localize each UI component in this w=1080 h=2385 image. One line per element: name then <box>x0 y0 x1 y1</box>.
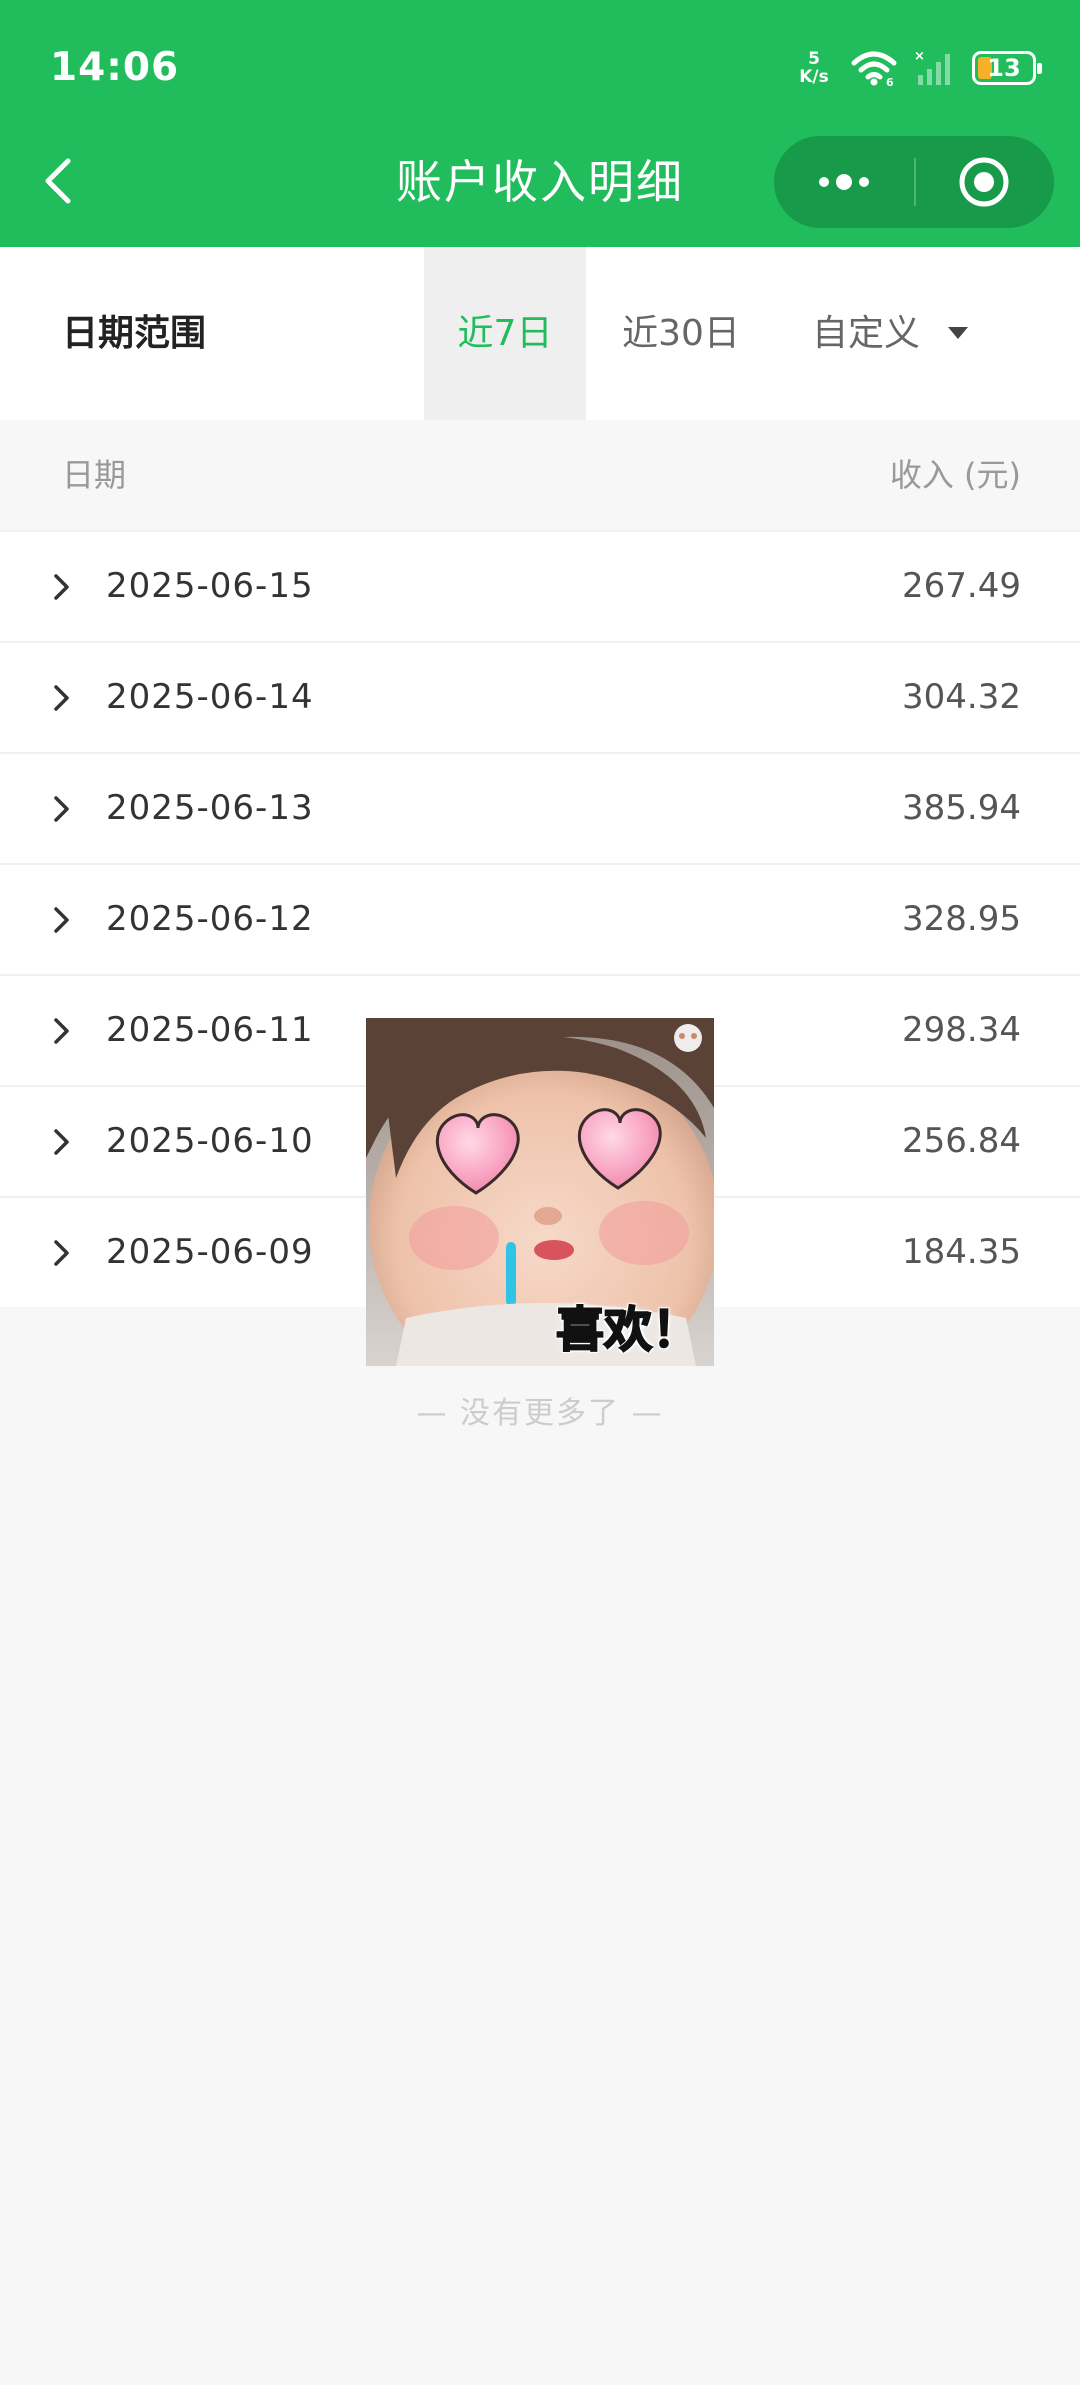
range-option-7-days[interactable]: 近7日 <box>424 247 586 420</box>
column-header-date: 日期 <box>62 456 127 494</box>
signal-icon: × <box>914 49 950 85</box>
no-more-footer: — 没有更多了 — <box>416 1396 664 1431</box>
row-date: 2025-06-14 <box>106 677 314 717</box>
sticker-image: 喜欢！ <box>366 1018 714 1366</box>
status-time: 14:06 <box>50 45 180 90</box>
dropdown-arrow-icon <box>948 327 968 339</box>
svg-text:6: 6 <box>886 76 894 87</box>
chevron-right-icon <box>54 796 69 822</box>
range-option-custom[interactable]: 自定义 <box>790 247 990 420</box>
top-bar: 14:06 5 K/s 6 × 13 账户收入明细 <box>0 0 1080 247</box>
network-speed-value: 5 <box>808 49 820 69</box>
row-amount: 328.95 <box>902 899 1021 939</box>
target-circle-icon <box>959 157 1009 207</box>
table-row[interactable]: 2025-06-13 385.94 <box>0 752 1080 863</box>
row-date: 2025-06-15 <box>106 566 314 606</box>
battery-level-text: 13 <box>987 54 1021 82</box>
row-date: 2025-06-10 <box>106 1121 314 1161</box>
mini-program-capsule <box>774 136 1054 228</box>
more-button[interactable] <box>774 136 914 228</box>
row-date: 2025-06-12 <box>106 899 314 939</box>
table-row[interactable]: 2025-06-15 267.49 <box>0 530 1080 641</box>
wifi-icon: 6 <box>851 51 897 87</box>
network-speed: 5 K/s <box>794 50 834 86</box>
svg-text:×: × <box>914 49 925 64</box>
column-header-amount: 收入 (元) <box>889 456 1021 494</box>
network-speed-unit: K/s <box>799 67 829 87</box>
battery-nub <box>1037 63 1042 74</box>
chevron-right-icon <box>54 1018 69 1044</box>
table-header: 日期 收入 (元) <box>0 420 1080 530</box>
range-option-30-days[interactable]: 近30日 <box>596 247 766 420</box>
row-amount: 304.32 <box>902 677 1021 717</box>
range-option-custom-label: 自定义 <box>811 313 920 354</box>
chevron-right-icon <box>54 1129 69 1155</box>
battery-indicator: 13 <box>972 51 1042 85</box>
sticker-caption: 喜欢！ <box>555 1301 701 1359</box>
row-amount: 256.84 <box>902 1121 1021 1161</box>
row-amount: 267.49 <box>902 566 1021 606</box>
row-amount: 385.94 <box>902 788 1021 828</box>
chevron-right-icon <box>54 1240 69 1266</box>
close-button[interactable] <box>914 136 1054 228</box>
status-icons: 5 K/s 6 × 13 <box>794 44 1042 92</box>
date-range-label: 日期范围 <box>62 313 207 354</box>
row-date: 2025-06-11 <box>106 1010 314 1050</box>
chevron-right-icon <box>54 574 69 600</box>
chevron-right-icon <box>54 685 69 711</box>
more-dots-icon <box>819 174 869 190</box>
date-range-filter: 日期范围 近7日 近30日 自定义 <box>0 247 1080 420</box>
chevron-right-icon <box>54 907 69 933</box>
row-date: 2025-06-13 <box>106 788 314 828</box>
table-row[interactable]: 2025-06-12 328.95 <box>0 863 1080 974</box>
row-date: 2025-06-09 <box>106 1232 314 1272</box>
table-row[interactable]: 2025-06-14 304.32 <box>0 641 1080 752</box>
row-amount: 298.34 <box>902 1010 1021 1050</box>
row-amount: 184.35 <box>902 1232 1021 1272</box>
